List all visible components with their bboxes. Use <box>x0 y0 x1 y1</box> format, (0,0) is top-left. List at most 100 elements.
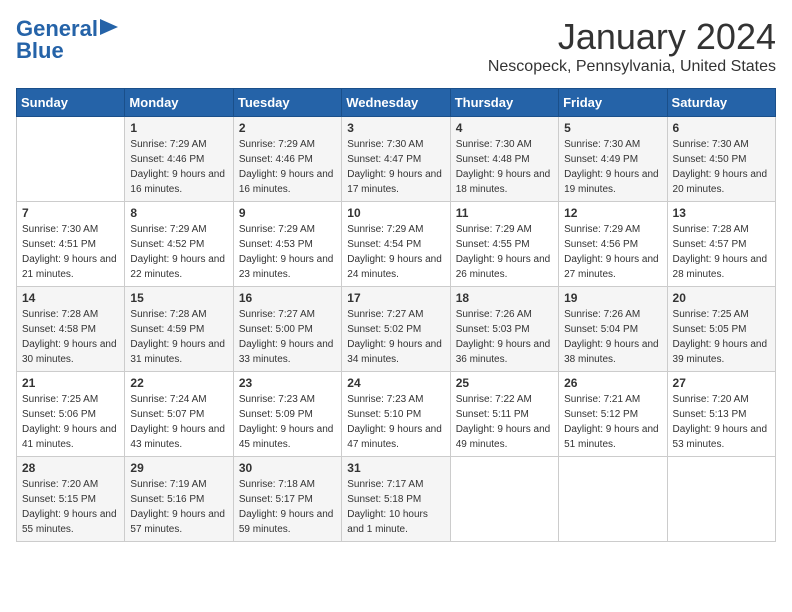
day-number: 17 <box>347 291 444 305</box>
calendar-cell: 3 Sunrise: 7:30 AMSunset: 4:47 PMDaylight… <box>342 117 450 202</box>
calendar-cell: 11 Sunrise: 7:29 AMSunset: 4:55 PMDayligh… <box>450 202 558 287</box>
month-title: January 2024 <box>488 16 776 58</box>
calendar-header-row: SundayMondayTuesdayWednesdayThursdayFrid… <box>17 89 776 117</box>
day-info: Sunrise: 7:26 AMSunset: 5:04 PMDaylight:… <box>564 307 661 367</box>
day-number: 19 <box>564 291 661 305</box>
day-number: 7 <box>22 206 119 220</box>
calendar-week-2: 7 Sunrise: 7:30 AMSunset: 4:51 PMDaylight… <box>17 202 776 287</box>
logo-arrow-icon <box>100 19 118 40</box>
calendar-cell: 28Sunrise: 7:20 AMSunset: 5:15 PMDayligh… <box>17 457 125 542</box>
calendar-cell: 22 Sunrise: 7:24 AMSunset: 5:07 PMDayligh… <box>125 372 233 457</box>
header-friday: Friday <box>559 89 667 117</box>
day-info: Sunrise: 7:20 AMSunset: 5:13 PMDaylight:… <box>673 392 770 452</box>
calendar-cell: 30 Sunrise: 7:18 AMSunset: 5:17 PMDayligh… <box>233 457 341 542</box>
day-info: Sunrise: 7:30 AMSunset: 4:51 PMDaylight:… <box>22 222 119 282</box>
day-info: Sunrise: 7:24 AMSunset: 5:07 PMDaylight:… <box>130 392 227 452</box>
day-info: Sunrise: 7:28 AMSunset: 4:58 PMDaylight:… <box>22 307 119 367</box>
calendar-cell <box>559 457 667 542</box>
day-number: 15 <box>130 291 227 305</box>
logo-line2: Blue <box>16 38 64 64</box>
day-number: 5 <box>564 121 661 135</box>
page-header: General Blue January 2024 Nescopeck, Pen… <box>16 16 776 76</box>
day-info: Sunrise: 7:23 AMSunset: 5:10 PMDaylight:… <box>347 392 444 452</box>
calendar-cell: 12 Sunrise: 7:29 AMSunset: 4:56 PMDayligh… <box>559 202 667 287</box>
calendar-cell: 16 Sunrise: 7:27 AMSunset: 5:00 PMDayligh… <box>233 287 341 372</box>
calendar-cell: 6Sunrise: 7:30 AMSunset: 4:50 PMDaylight… <box>667 117 775 202</box>
day-info: Sunrise: 7:25 AMSunset: 5:05 PMDaylight:… <box>673 307 770 367</box>
header-saturday: Saturday <box>667 89 775 117</box>
day-info: Sunrise: 7:28 AMSunset: 4:57 PMDaylight:… <box>673 222 770 282</box>
day-info: Sunrise: 7:18 AMSunset: 5:17 PMDaylight:… <box>239 477 336 537</box>
day-info: Sunrise: 7:22 AMSunset: 5:11 PMDaylight:… <box>456 392 553 452</box>
calendar-week-5: 28Sunrise: 7:20 AMSunset: 5:15 PMDayligh… <box>17 457 776 542</box>
day-number: 12 <box>564 206 661 220</box>
day-number: 30 <box>239 461 336 475</box>
calendar-cell: 1Sunrise: 7:29 AMSunset: 4:46 PMDaylight… <box>125 117 233 202</box>
day-number: 3 <box>347 121 444 135</box>
day-number: 25 <box>456 376 553 390</box>
day-number: 13 <box>673 206 770 220</box>
day-info: Sunrise: 7:27 AMSunset: 5:02 PMDaylight:… <box>347 307 444 367</box>
calendar-cell: 13 Sunrise: 7:28 AMSunset: 4:57 PMDayligh… <box>667 202 775 287</box>
day-number: 1 <box>130 121 227 135</box>
day-number: 4 <box>456 121 553 135</box>
day-info: Sunrise: 7:29 AMSunset: 4:55 PMDaylight:… <box>456 222 553 282</box>
header-sunday: Sunday <box>17 89 125 117</box>
day-info: Sunrise: 7:30 AMSunset: 4:47 PMDaylight:… <box>347 137 444 197</box>
day-info: Sunrise: 7:19 AMSunset: 5:16 PMDaylight:… <box>130 477 227 537</box>
header-tuesday: Tuesday <box>233 89 341 117</box>
day-info: Sunrise: 7:29 AMSunset: 4:46 PMDaylight:… <box>239 137 336 197</box>
calendar-cell: 26Sunrise: 7:21 AMSunset: 5:12 PMDayligh… <box>559 372 667 457</box>
calendar-cell: 25 Sunrise: 7:22 AMSunset: 5:11 PMDayligh… <box>450 372 558 457</box>
day-number: 16 <box>239 291 336 305</box>
calendar-cell: 7 Sunrise: 7:30 AMSunset: 4:51 PMDaylight… <box>17 202 125 287</box>
day-info: Sunrise: 7:29 AMSunset: 4:52 PMDaylight:… <box>130 222 227 282</box>
calendar-week-4: 21 Sunrise: 7:25 AMSunset: 5:06 PMDayligh… <box>17 372 776 457</box>
calendar-week-1: 1 Sunrise: 7:29 AMSunset: 4:46 PMDaylight… <box>17 117 776 202</box>
day-info: Sunrise: 7:21 AMSunset: 5:12 PMDaylight:… <box>564 392 661 452</box>
calendar-cell: 2Sunrise: 7:29 AMSunset: 4:46 PMDaylight… <box>233 117 341 202</box>
calendar-cell: 18Sunrise: 7:26 AMSunset: 5:03 PMDayligh… <box>450 287 558 372</box>
day-number: 11 <box>456 206 553 220</box>
day-number: 8 <box>130 206 227 220</box>
day-number: 27 <box>673 376 770 390</box>
day-info: Sunrise: 7:29 AMSunset: 4:53 PMDaylight:… <box>239 222 336 282</box>
location: Nescopeck, Pennsylvania, United States <box>488 58 776 76</box>
day-number: 28 <box>22 461 119 475</box>
day-number: 22 <box>130 376 227 390</box>
day-info: Sunrise: 7:30 AMSunset: 4:50 PMDaylight:… <box>673 137 770 197</box>
calendar-cell: 20Sunrise: 7:25 AMSunset: 5:05 PMDayligh… <box>667 287 775 372</box>
calendar-cell: 27 Sunrise: 7:20 AMSunset: 5:13 PMDayligh… <box>667 372 775 457</box>
day-number: 23 <box>239 376 336 390</box>
calendar-cell: 4 Sunrise: 7:30 AMSunset: 4:48 PMDaylight… <box>450 117 558 202</box>
calendar-cell: 14 Sunrise: 7:28 AMSunset: 4:58 PMDayligh… <box>17 287 125 372</box>
logo: General Blue <box>16 16 118 64</box>
day-info: Sunrise: 7:29 AMSunset: 4:56 PMDaylight:… <box>564 222 661 282</box>
calendar-cell <box>667 457 775 542</box>
calendar-cell: 15Sunrise: 7:28 AMSunset: 4:59 PMDayligh… <box>125 287 233 372</box>
calendar-table: SundayMondayTuesdayWednesdayThursdayFrid… <box>16 88 776 542</box>
day-info: Sunrise: 7:23 AMSunset: 5:09 PMDaylight:… <box>239 392 336 452</box>
calendar-cell: 9 Sunrise: 7:29 AMSunset: 4:53 PMDaylight… <box>233 202 341 287</box>
header-wednesday: Wednesday <box>342 89 450 117</box>
calendar-cell: 29 Sunrise: 7:19 AMSunset: 5:16 PMDayligh… <box>125 457 233 542</box>
day-info: Sunrise: 7:30 AMSunset: 4:48 PMDaylight:… <box>456 137 553 197</box>
day-number: 10 <box>347 206 444 220</box>
day-number: 29 <box>130 461 227 475</box>
day-number: 24 <box>347 376 444 390</box>
header-monday: Monday <box>125 89 233 117</box>
day-number: 14 <box>22 291 119 305</box>
calendar-week-3: 14 Sunrise: 7:28 AMSunset: 4:58 PMDayligh… <box>17 287 776 372</box>
day-info: Sunrise: 7:27 AMSunset: 5:00 PMDaylight:… <box>239 307 336 367</box>
calendar-cell: 21 Sunrise: 7:25 AMSunset: 5:06 PMDayligh… <box>17 372 125 457</box>
day-info: Sunrise: 7:30 AMSunset: 4:49 PMDaylight:… <box>564 137 661 197</box>
calendar-body: 1 Sunrise: 7:29 AMSunset: 4:46 PMDaylight… <box>17 117 776 542</box>
day-number: 21 <box>22 376 119 390</box>
calendar-cell: 17 Sunrise: 7:27 AMSunset: 5:02 PMDayligh… <box>342 287 450 372</box>
day-info: Sunrise: 7:17 AMSunset: 5:18 PMDaylight:… <box>347 477 444 537</box>
calendar-cell: 5 Sunrise: 7:30 AMSunset: 4:49 PMDaylight… <box>559 117 667 202</box>
day-number: 9 <box>239 206 336 220</box>
calendar-cell: 19 Sunrise: 7:26 AMSunset: 5:04 PMDayligh… <box>559 287 667 372</box>
day-info: Sunrise: 7:25 AMSunset: 5:06 PMDaylight:… <box>22 392 119 452</box>
day-info: Sunrise: 7:26 AMSunset: 5:03 PMDaylight:… <box>456 307 553 367</box>
